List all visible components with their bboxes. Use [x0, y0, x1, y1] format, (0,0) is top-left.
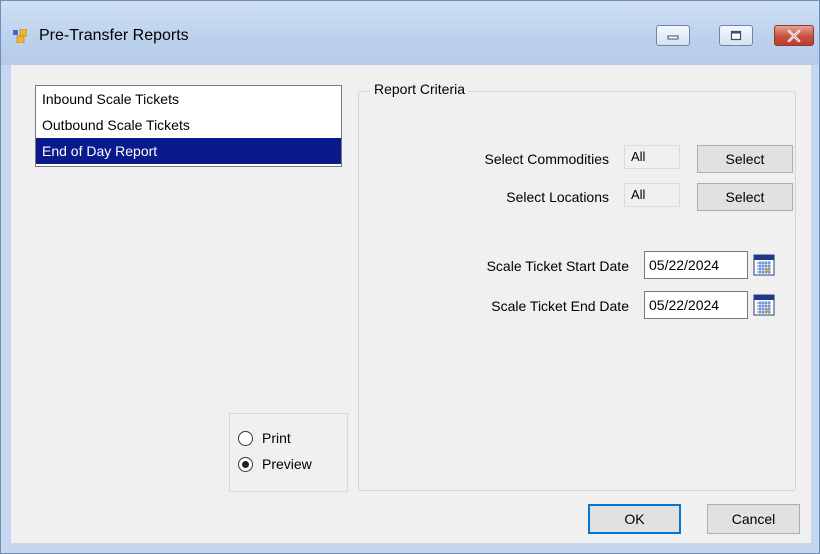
- locations-value: All: [624, 183, 680, 207]
- title-bar[interactable]: Pre-Transfer Reports: [1, 1, 819, 65]
- minimize-button[interactable]: [656, 25, 690, 46]
- report-window: Pre-Transfer Reports Inbound Scale Ticke…: [0, 0, 820, 554]
- list-item-end-of-day-report[interactable]: End of Day Report: [36, 138, 341, 164]
- restore-button[interactable]: [719, 25, 753, 46]
- print-option[interactable]: Print: [238, 430, 291, 446]
- calendar-icon[interactable]: [753, 294, 775, 316]
- select-commodities-label: Select Commodities: [484, 151, 610, 167]
- end-date-label: Scale Ticket End Date: [491, 298, 629, 314]
- minimize-icon: [667, 35, 679, 39]
- app-icon: [13, 29, 27, 43]
- print-radio[interactable]: [238, 430, 253, 446]
- start-date-label: Scale Ticket Start Date: [486, 258, 629, 274]
- window-title: Pre-Transfer Reports: [39, 27, 189, 44]
- preview-radio[interactable]: [238, 456, 253, 472]
- calendar-icon[interactable]: [753, 254, 775, 276]
- restore-icon: [730, 30, 742, 41]
- select-locations-label: Select Locations: [506, 189, 609, 205]
- end-date-field[interactable]: 05/22/2024: [644, 291, 748, 319]
- cancel-button[interactable]: Cancel: [707, 504, 800, 534]
- start-date-field[interactable]: 05/22/2024: [644, 251, 748, 279]
- output-option-group: Print Preview: [229, 413, 348, 492]
- list-item-outbound-scale-tickets[interactable]: Outbound Scale Tickets: [36, 112, 341, 138]
- close-icon: [787, 29, 801, 42]
- report-listbox[interactable]: Inbound Scale Tickets Outbound Scale Tic…: [35, 85, 342, 167]
- ok-button[interactable]: OK: [588, 504, 681, 534]
- report-criteria-title: Report Criteria: [370, 81, 470, 97]
- close-button[interactable]: [774, 25, 814, 46]
- preview-option[interactable]: Preview: [238, 456, 312, 472]
- dialog-client-area: Inbound Scale Tickets Outbound Scale Tic…: [11, 65, 811, 543]
- commodities-value: All: [624, 145, 680, 169]
- select-locations-button[interactable]: Select: [697, 183, 793, 211]
- select-commodities-button[interactable]: Select: [697, 145, 793, 173]
- preview-label: Preview: [262, 456, 312, 472]
- list-item-inbound-scale-tickets[interactable]: Inbound Scale Tickets: [36, 86, 341, 112]
- print-label: Print: [262, 430, 291, 446]
